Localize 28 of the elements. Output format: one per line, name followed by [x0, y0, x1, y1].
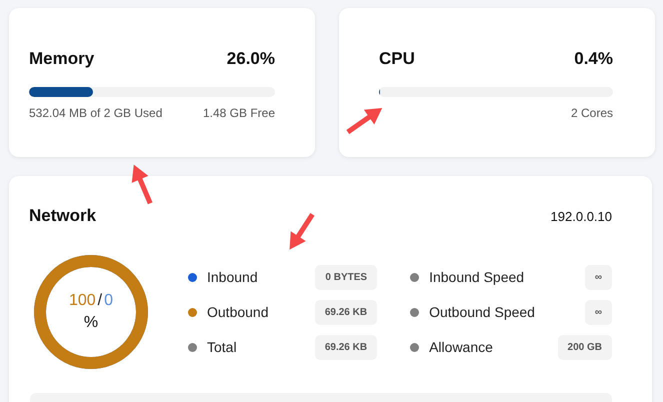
stat-label: Outbound Speed: [429, 304, 536, 320]
stat-value: 69.26 KB: [314, 334, 378, 360]
card-title: Memory: [29, 49, 94, 69]
stat-value: 69.26 KB: [314, 300, 378, 324]
separator: /: [98, 292, 102, 310]
stat-label: Inbound: [207, 269, 259, 285]
used-label: 532.04 MB of 2 GB Used: [29, 106, 162, 120]
ip-address: 192.0.0.10: [550, 209, 612, 224]
annotation-arrow: [132, 164, 152, 204]
stat-value: ∞: [584, 300, 612, 324]
stat-label: Outbound: [207, 304, 270, 320]
card-title: CPU: [379, 49, 415, 69]
card-title: Network: [29, 206, 96, 226]
stat-value: 0 BYTES: [315, 264, 378, 290]
percent-value: 26.0%: [226, 49, 275, 69]
stat-value: 200 GB: [558, 334, 612, 360]
stat-label: Total: [207, 339, 238, 355]
inbound-percent: 0: [104, 292, 114, 310]
stat-label: Inbound Speed: [429, 269, 526, 285]
cores-label: 2 Cores: [570, 106, 613, 120]
stat-value: ∞: [584, 264, 612, 290]
stat-label: Allowance: [429, 339, 494, 355]
free-label: 1.48 GB Free: [202, 106, 275, 120]
annotation-arrow: [290, 213, 315, 250]
percent-unit: %: [84, 314, 98, 332]
annotation-arrow: [346, 108, 382, 134]
outbound-percent: 100: [68, 292, 96, 310]
percent-value: 0.4%: [574, 49, 613, 69]
